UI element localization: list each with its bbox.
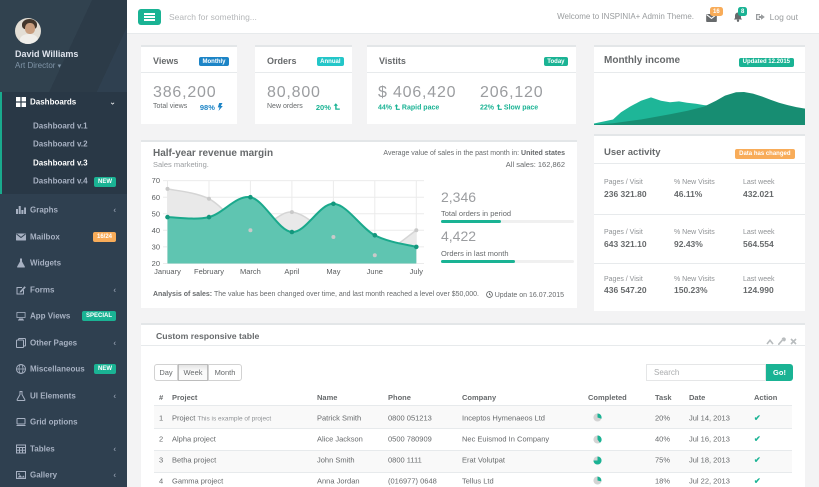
svg-text:May: May — [326, 267, 340, 276]
svg-text:April: April — [284, 267, 299, 276]
svg-text:July: July — [410, 267, 424, 276]
svg-text:February: February — [194, 267, 224, 276]
svg-text:March: March — [240, 267, 261, 276]
svg-text:50: 50 — [152, 209, 160, 218]
svg-text:June: June — [367, 267, 383, 276]
svg-text:40: 40 — [152, 226, 160, 235]
svg-text:70: 70 — [152, 176, 160, 185]
svg-text:30: 30 — [152, 243, 160, 252]
svg-text:60: 60 — [152, 193, 160, 202]
svg-text:January: January — [154, 267, 181, 276]
